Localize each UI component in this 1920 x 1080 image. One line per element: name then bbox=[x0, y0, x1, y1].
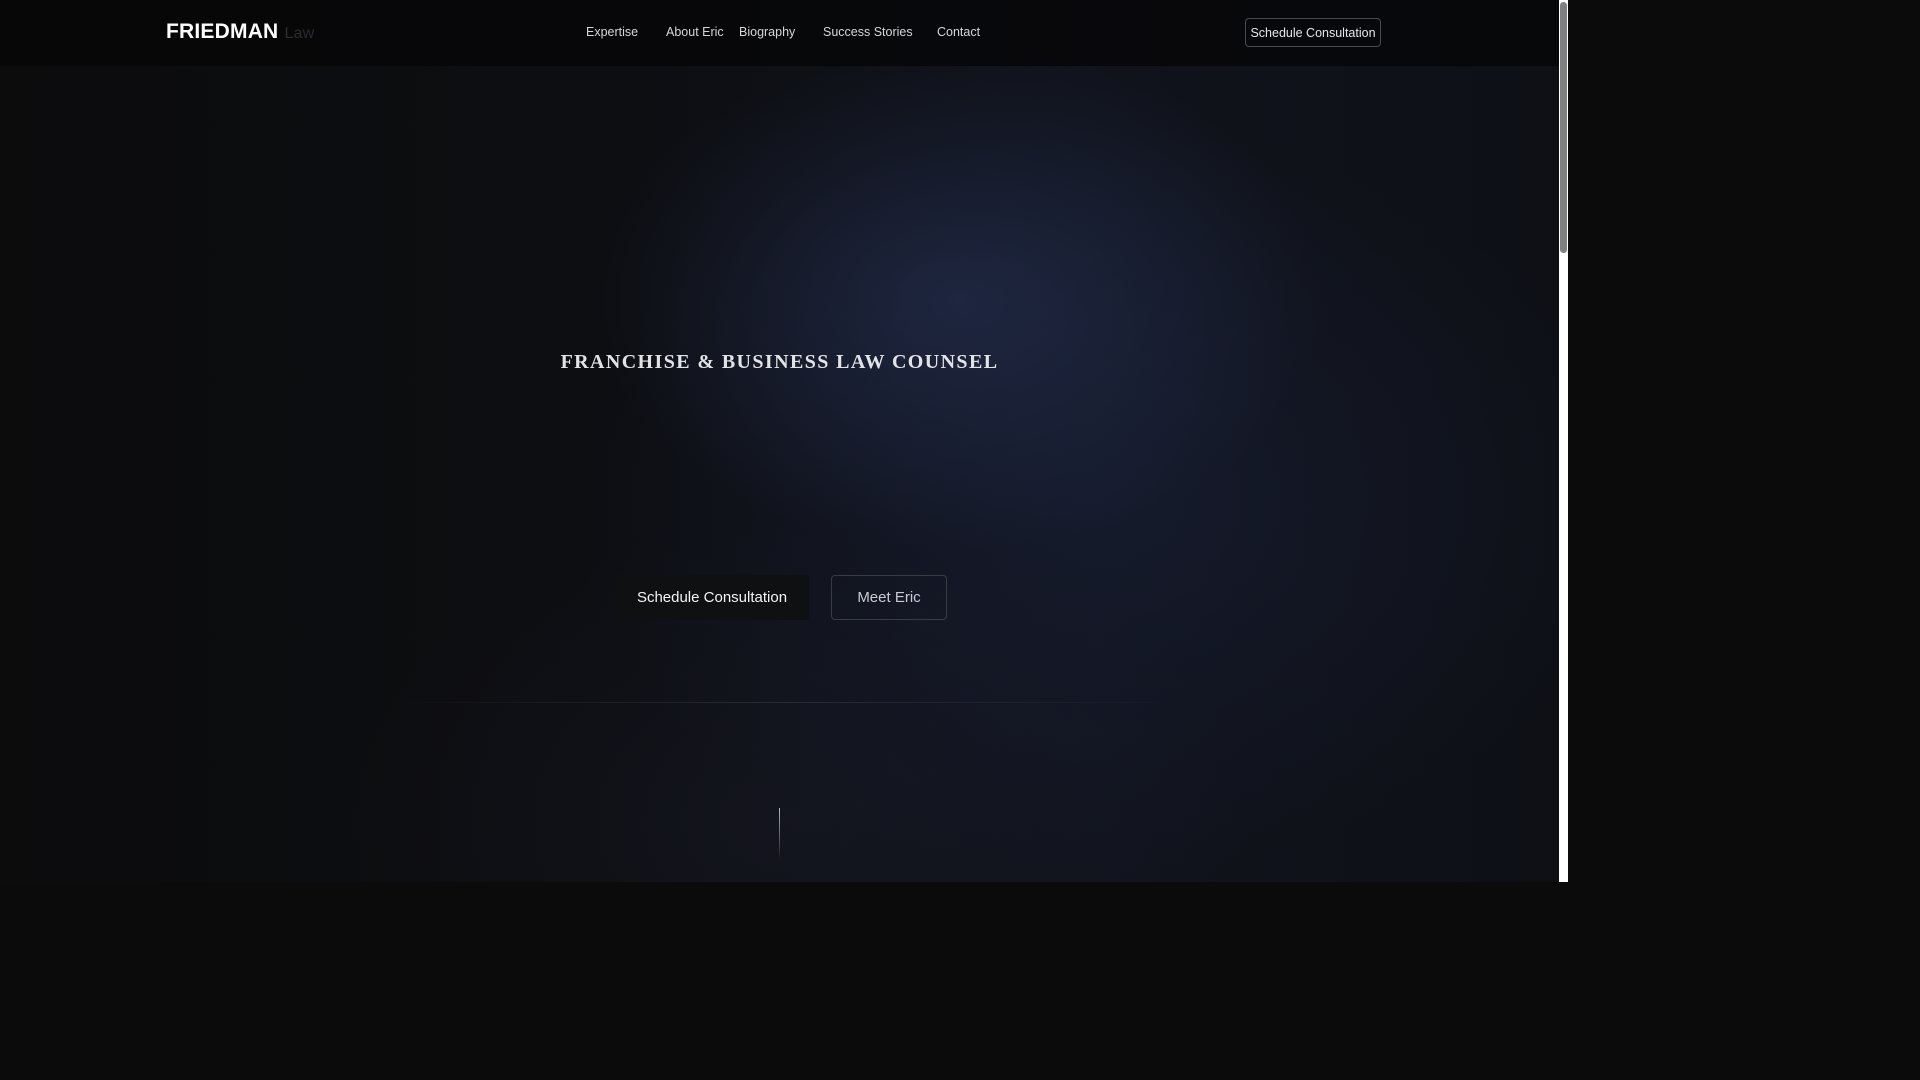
brand-name: FRIEDMAN bbox=[166, 20, 279, 43]
nav-link-about-eric[interactable]: About Eric bbox=[666, 25, 724, 39]
scroll-down-indicator-icon[interactable] bbox=[779, 808, 780, 860]
section-divider bbox=[380, 702, 1200, 703]
meet-eric-button[interactable]: Meet Eric bbox=[831, 575, 947, 620]
brand-suffix: Law bbox=[284, 25, 315, 42]
nav-link-success-stories[interactable]: Success Stories bbox=[823, 25, 913, 39]
hero-title: FRANCHISE & BUSINESS LAW COUNSEL bbox=[560, 351, 999, 373]
schedule-consultation-nav-button[interactable]: Schedule Consultation bbox=[1245, 18, 1381, 47]
scrollbar-thumb[interactable] bbox=[1560, 2, 1567, 253]
nav-link-expertise[interactable]: Expertise bbox=[586, 25, 638, 39]
nav-link-contact[interactable]: Contact bbox=[937, 25, 980, 39]
brand-logo[interactable]: FRIEDMAN Law bbox=[166, 20, 314, 44]
top-navbar: FRIEDMAN Law Expertise About Eric Biograp… bbox=[0, 0, 1559, 66]
nav-link-biography[interactable]: Biography bbox=[739, 25, 795, 39]
schedule-consultation-button[interactable]: Schedule Consultation bbox=[615, 575, 809, 620]
page: FRIEDMAN Law Expertise About Eric Biograp… bbox=[0, 0, 1568, 882]
